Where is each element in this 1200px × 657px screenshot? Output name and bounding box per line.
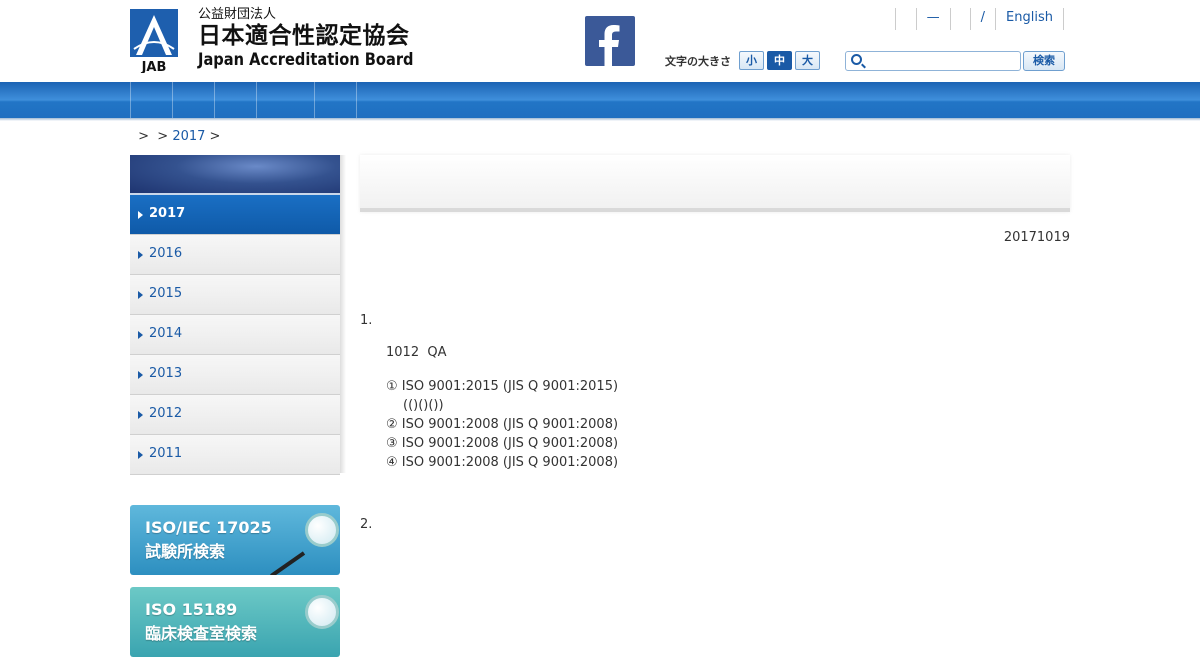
year-list: 2017 2016 2015 2014 2013 2012 2011 (130, 195, 340, 475)
search-box (845, 51, 1021, 71)
nav-item-4[interactable] (256, 82, 315, 118)
magnifier-icon (305, 513, 339, 547)
nav-divider (0, 118, 1200, 121)
section-number: 1. (360, 313, 373, 328)
top-links: — / English (894, 8, 1064, 30)
top-link-4[interactable]: / (969, 8, 995, 30)
logo-org-name-en: Japan Accreditation Board (198, 50, 414, 70)
page-title (360, 155, 1070, 212)
top-link-2[interactable]: — (915, 8, 950, 30)
search-icon (851, 54, 862, 65)
list-item-note: (()()()) (403, 398, 444, 413)
site-header: JAB 公益財団法人 日本適合性認定協会 Japan Accreditation… (0, 0, 1200, 82)
list-item: ④ ISO 9001:2008 (JIS Q 9001:2008) (386, 455, 619, 470)
nav-item-1[interactable] (130, 82, 173, 118)
sidebar-item-2015[interactable]: 2015 (130, 275, 340, 315)
logo-org-type: 公益財団法人 (198, 7, 277, 22)
logo-text[interactable]: 公益財団法人 日本適合性認定協会 Japan Accreditation Boa… (198, 7, 449, 70)
breadcrumb: > > 2017 > (134, 129, 221, 144)
font-size-label: 文字の大きさ (665, 54, 731, 68)
list-item: ① ISO 9001:2015 (JIS Q 9001:2015) (386, 379, 619, 394)
font-size-switcher: 文字の大きさ 小 中 大 (665, 51, 823, 70)
font-size-small-button[interactable]: 小 (739, 51, 764, 70)
sidebar-header-image (130, 155, 340, 195)
clinical-lab-search-banner[interactable]: ISO 15189 臨床検査室検索 (130, 587, 340, 657)
sidebar-item-2011[interactable]: 2011 (130, 435, 340, 475)
font-size-medium-button[interactable]: 中 (767, 51, 792, 70)
magnifier-handle-icon (270, 551, 306, 575)
top-link-1[interactable] (894, 8, 916, 30)
banner-subtitle: 試験所検索 (145, 542, 226, 561)
list-item: ② ISO 9001:2008 (JIS Q 9001:2008) (386, 417, 619, 432)
facebook-icon[interactable] (585, 16, 635, 66)
font-size-large-button[interactable]: 大 (795, 51, 820, 70)
search-button[interactable]: 検索 (1023, 51, 1065, 71)
lab-search-banner[interactable]: ISO/IEC 17025 試験所検索 (130, 505, 340, 575)
logo-org-name: 日本適合性認定協会 (198, 23, 410, 49)
section-number: 2. (360, 517, 373, 532)
magnifier-icon (305, 595, 339, 629)
banner-subtitle: 臨床検査室検索 (145, 624, 258, 643)
banner-title: ISO/IEC 17025 (145, 518, 272, 537)
sidebar-item-2017[interactable]: 2017 (130, 195, 340, 235)
nav-item-2[interactable] (172, 82, 215, 118)
sidebar-item-2016[interactable]: 2016 (130, 235, 340, 275)
nav-item-5[interactable] (314, 82, 357, 118)
banner-title: ISO 15189 (145, 600, 238, 619)
publish-date: 20171019 (1003, 230, 1070, 245)
section-lead: 1012 QA (386, 345, 447, 360)
standards-list: ① ISO 9001:2015 (JIS Q 9001:2015) (()()(… (386, 377, 618, 472)
sidebar-item-2012[interactable]: 2012 (130, 395, 340, 435)
sidebar-shadow (340, 155, 346, 473)
nav-item-3[interactable] (214, 82, 257, 118)
search-input[interactable] (868, 53, 1018, 69)
english-link[interactable]: English (995, 8, 1064, 30)
logo-abbr: JAB (141, 60, 167, 73)
sidebar-item-2013[interactable]: 2013 (130, 355, 340, 395)
top-link-3[interactable] (949, 8, 970, 30)
jab-logo-icon[interactable]: JAB (130, 9, 178, 73)
sidebar-item-2014[interactable]: 2014 (130, 315, 340, 355)
breadcrumb-year-link[interactable]: 2017 (172, 129, 205, 144)
list-item: ③ ISO 9001:2008 (JIS Q 9001:2008) (386, 436, 619, 451)
global-nav (0, 82, 1200, 118)
